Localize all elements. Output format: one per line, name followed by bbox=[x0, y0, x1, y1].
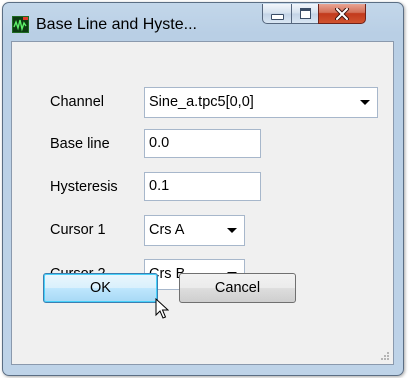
cancel-button[interactable]: Cancel bbox=[179, 273, 296, 303]
channel-select-value: Sine_a.tpc5[0,0] bbox=[149, 94, 254, 110]
waveform-app-icon bbox=[12, 16, 29, 33]
hysteresis-input[interactable]: 0.1 bbox=[144, 172, 261, 201]
mouse-pointer-icon bbox=[155, 298, 169, 319]
dialog-client-area: Channel Sine_a.tpc5[0,0] Base line 0.0 H… bbox=[11, 41, 394, 365]
minimize-icon bbox=[270, 14, 284, 20]
maximize-icon bbox=[299, 8, 311, 19]
dialog-window: Base Line and Hyste... Channel Sine_a.tp… bbox=[2, 2, 404, 376]
base-line-label: Base line bbox=[50, 136, 110, 152]
title-bar[interactable]: Base Line and Hyste... bbox=[3, 3, 403, 43]
base-line-input[interactable]: 0.0 bbox=[144, 129, 261, 158]
cursor-1-select[interactable]: Crs A bbox=[144, 215, 245, 246]
channel-select[interactable]: Sine_a.tpc5[0,0] bbox=[144, 87, 378, 118]
maximize-button[interactable] bbox=[291, 4, 319, 24]
ok-button[interactable]: OK bbox=[43, 273, 158, 303]
cursor-1-label: Cursor 1 bbox=[50, 222, 106, 238]
minimize-button[interactable] bbox=[262, 4, 292, 24]
window-title: Base Line and Hyste... bbox=[36, 16, 197, 33]
hysteresis-label: Hysteresis bbox=[50, 179, 118, 195]
close-icon bbox=[335, 7, 349, 20]
chevron-down-icon bbox=[227, 228, 237, 233]
channel-label: Channel bbox=[50, 94, 105, 110]
resize-grip-icon[interactable] bbox=[378, 349, 390, 361]
cursor-1-select-value: Crs A bbox=[149, 222, 185, 238]
chevron-down-icon bbox=[360, 100, 370, 105]
close-button[interactable] bbox=[318, 4, 366, 24]
